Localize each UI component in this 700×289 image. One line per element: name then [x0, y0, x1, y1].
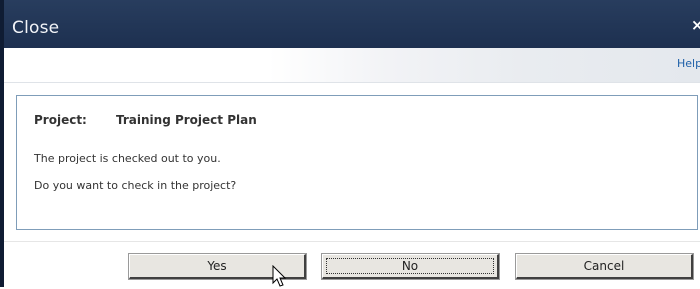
no-button[interactable]: No — [321, 253, 500, 280]
dialog-title: Close — [12, 18, 60, 38]
mouse-pointer-icon — [272, 265, 287, 287]
focus-ring — [326, 258, 494, 274]
project-label: Project: — [34, 113, 87, 127]
close-dialog: Close × Help Project: Training Project Pl… — [0, 0, 700, 287]
message-checked-out: The project is checked out to you. — [34, 152, 221, 165]
help-bar: Help — [4, 48, 700, 83]
help-link[interactable]: Help — [677, 57, 700, 70]
cancel-button[interactable]: Cancel — [515, 253, 694, 280]
cancel-button-label: Cancel — [583, 259, 625, 273]
close-icon[interactable]: × — [691, 16, 700, 34]
project-line: Project: Training Project Plan — [34, 113, 257, 127]
message-check-in-question: Do you want to check in the project? — [34, 179, 237, 192]
yes-button-label: Yes — [207, 259, 227, 273]
project-name: Training Project Plan — [116, 113, 257, 127]
button-separator — [4, 241, 700, 242]
dialog-titlebar: Close × — [4, 0, 700, 48]
